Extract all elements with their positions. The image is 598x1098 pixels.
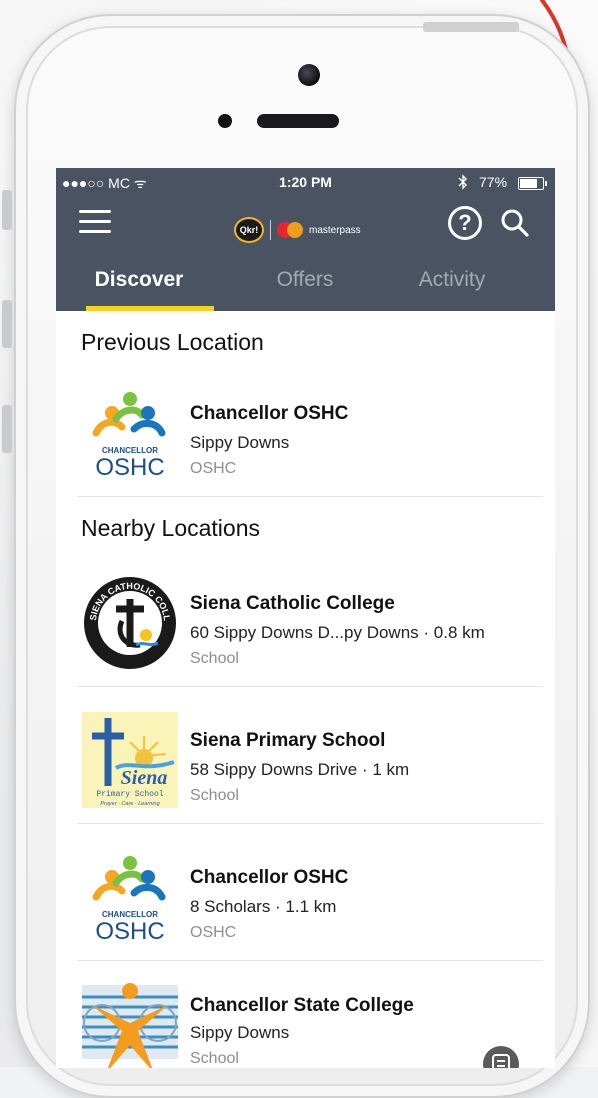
mastercard-logo-icon <box>277 222 303 238</box>
qkr-logo: Qkr! <box>234 217 264 243</box>
location-category: OSHC <box>190 924 237 941</box>
power-button <box>423 22 519 32</box>
tab-activity-label: Activity <box>418 268 486 291</box>
menu-icon[interactable] <box>79 210 111 236</box>
tab-offers[interactable]: Offers <box>222 252 388 311</box>
location-address: 58 Sippy Downs Drive · 1 km <box>190 760 410 779</box>
location-name: Chancellor OSHC <box>190 867 349 888</box>
list-item[interactable]: SIENA CATHOLIC COLLEGE Siena Catholic Co… <box>62 553 549 687</box>
list-item[interactable]: CHANCELLOR OSHC Chancellor OSHC Sippy Do… <box>62 363 549 497</box>
svg-text:Prayer · Care · Learning: Prayer · Care · Learning <box>100 801 160 807</box>
list-item[interactable]: Chancellor State College Sippy Downs Sch… <box>62 961 549 1068</box>
divider <box>77 823 543 824</box>
chat-icon[interactable] <box>483 1046 519 1068</box>
divider <box>77 686 543 687</box>
battery-icon <box>518 177 547 190</box>
status-bar: ●●●○○ MC ᯤ 1:20 PM 77% <box>56 168 555 198</box>
svg-text:Primary School: Primary School <box>96 790 163 799</box>
tab-bar: Discover Offers Activity <box>56 252 555 311</box>
chancellor-oshc-logo: CHANCELLOR OSHC <box>92 856 166 945</box>
volume-up-button <box>2 300 12 348</box>
proximity-sensor <box>218 114 232 128</box>
search-icon[interactable] <box>500 206 530 242</box>
location-address: 8 Scholars · 1.1 km <box>190 897 337 916</box>
mute-switch <box>2 190 12 230</box>
toolbar: Qkr! masterpass ? <box>56 198 555 252</box>
location-category: School <box>190 650 239 667</box>
chancellor-state-college-logo <box>82 983 178 1068</box>
svg-text:OSHC: OSHC <box>95 918 164 945</box>
location-category: OSHC <box>190 460 237 477</box>
app-screen: ●●●○○ MC ᯤ 1:20 PM 77% Qkr! masterpass ? <box>56 168 555 1068</box>
siena-primary-school-logo: Siena Primary School Prayer · Care · Lea… <box>82 712 178 808</box>
location-category: School <box>190 787 239 804</box>
front-camera <box>298 64 320 86</box>
tab-discover-label: Discover <box>94 268 184 291</box>
location-name: Chancellor State College <box>190 995 414 1016</box>
siena-catholic-college-logo: SIENA CATHOLIC COLLEGE <box>82 575 176 669</box>
brand-logo: Qkr! masterpass <box>234 217 361 243</box>
location-address: Sippy Downs <box>190 433 290 452</box>
location-list: Previous Location CHANCELLOR OSHC Chance… <box>62 311 549 1068</box>
tab-activity[interactable]: Activity <box>369 252 535 311</box>
volume-down-button <box>2 405 12 453</box>
battery-percent: 77% <box>479 174 508 190</box>
section-title-nearby: Nearby Locations <box>81 515 260 541</box>
brand-separator <box>270 220 271 240</box>
masterpass-label: masterpass <box>309 224 361 236</box>
app-header: ●●●○○ MC ᯤ 1:20 PM 77% Qkr! masterpass ? <box>56 168 555 311</box>
list-item[interactable]: Siena Primary School Prayer · Care · Lea… <box>62 690 549 824</box>
svg-text:Siena: Siena <box>121 767 168 789</box>
bluetooth-icon <box>458 174 468 193</box>
tab-offers-label: Offers <box>276 268 334 291</box>
location-category: School <box>190 1050 239 1067</box>
svg-text:OSHC: OSHC <box>95 454 164 481</box>
location-address: Sippy Downs <box>190 1023 290 1042</box>
location-name: Chancellor OSHC <box>190 403 349 424</box>
section-title-previous: Previous Location <box>81 329 264 355</box>
location-address: 60 Sippy Downs D...py Downs · 0.8 km <box>190 623 485 642</box>
location-name: Siena Catholic College <box>190 593 395 614</box>
help-icon[interactable]: ? <box>448 206 482 240</box>
divider <box>77 496 543 497</box>
earpiece-speaker <box>257 114 339 128</box>
tab-discover[interactable]: Discover <box>56 252 222 311</box>
list-item[interactable]: CHANCELLOR OSHC Chancellor OSHC 8 Schola… <box>62 827 549 961</box>
location-name: Siena Primary School <box>190 730 386 751</box>
chancellor-oshc-logo: CHANCELLOR OSHC <box>92 392 166 481</box>
